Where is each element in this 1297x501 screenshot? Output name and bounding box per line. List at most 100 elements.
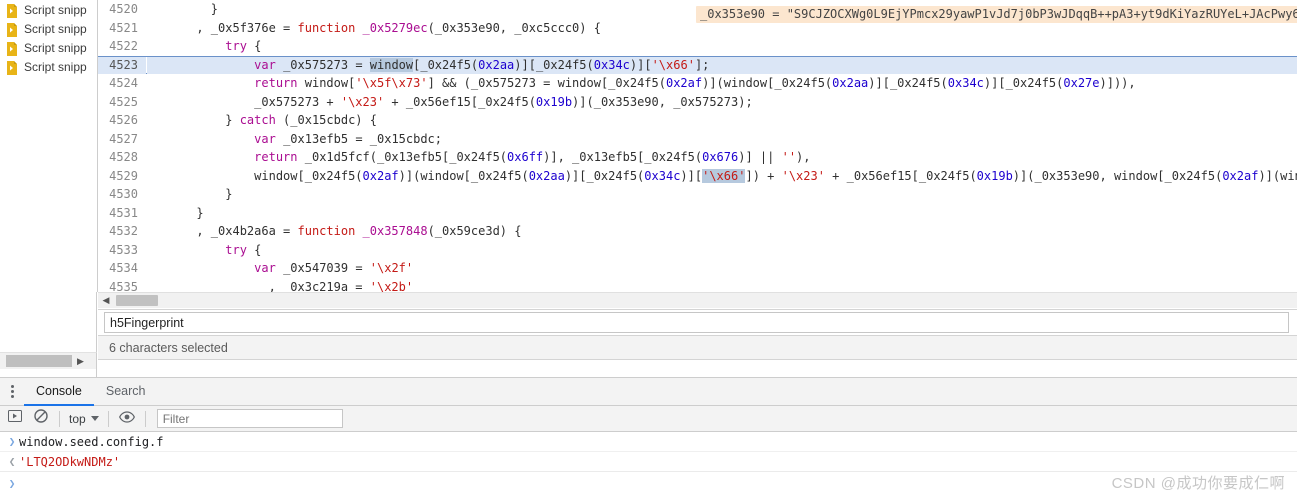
code-line[interactable]: 4529 window[_0x24f5(0x2af)](window[_0x24… — [98, 166, 1297, 186]
scrollbar-thumb[interactable] — [6, 355, 72, 367]
sources-panel: Script snipp Script snipp Script snipp S… — [0, 0, 1297, 292]
console-toolbar: top — [0, 406, 1297, 432]
line-content[interactable]: } catch (_0x15cbdc) { — [147, 111, 1297, 130]
console-result-arrow-icon: ❮ — [8, 455, 16, 468]
selection-status-text: 6 characters selected — [109, 340, 228, 355]
line-number: 4534 — [98, 259, 146, 278]
tab-label: Console — [36, 384, 82, 398]
code-line[interactable]: 4525 _0x575273 + '\x23' + _0x56ef15[_0x2… — [98, 92, 1297, 112]
execute-snippet-button[interactable] — [2, 407, 28, 431]
code-line[interactable]: 4531 } — [98, 203, 1297, 223]
text-selection[interactable]: window — [369, 57, 414, 72]
toolbar-divider — [107, 410, 109, 427]
line-content[interactable]: try { — [147, 241, 1297, 260]
code-lines[interactable]: 4520 } 4521 , _0x5f376e = function _0x52… — [98, 0, 1297, 292]
console-prompt[interactable]: ❯ — [0, 472, 1297, 494]
drawer-more-options-button[interactable] — [0, 378, 24, 405]
line-number: 4522 — [98, 37, 146, 56]
line-content[interactable]: try { — [147, 37, 1297, 56]
line-number: 4527 — [98, 129, 146, 148]
find-bar — [98, 309, 1297, 336]
line-content[interactable]: return window['\x5f\x73'] && (_0x575273 … — [147, 74, 1297, 93]
code-line[interactable]: 4530 } — [98, 185, 1297, 204]
devtools-window: Script snipp Script snipp Script snipp S… — [0, 0, 1297, 501]
console-input-arrow-icon: ❯ — [8, 435, 16, 448]
code-line[interactable]: 4533 try { — [98, 240, 1297, 260]
line-number: 4528 — [98, 148, 146, 167]
editor-footer-space — [98, 360, 1297, 377]
line-content[interactable]: , _0x4b2a6a = function _0x357848(_0x59ce… — [147, 222, 1297, 241]
line-content[interactable]: var _0x13efb5 = _0x15cbdc; — [147, 130, 1297, 149]
code-line-active[interactable]: 4523 var _0x575273 = window[_0x24f5(0x2a… — [98, 55, 1297, 74]
devtools-drawer: Console Search top Filter ❯ window.seed.… — [0, 377, 1297, 501]
console-prompt-arrow-icon: ❯ — [8, 476, 16, 490]
list-item-label: Script snipp — [24, 60, 87, 74]
script-file-icon — [6, 60, 18, 75]
list-item-label: Script snipp — [24, 3, 87, 17]
search-input[interactable] — [104, 312, 1289, 333]
code-line[interactable]: 4527 var _0x13efb5 = _0x15cbdc; — [98, 129, 1297, 149]
line-number: 4520 — [98, 0, 146, 19]
line-number: 4533 — [98, 240, 146, 259]
code-line[interactable]: 4535 , _0x3c219a = '\x2b' — [98, 277, 1297, 293]
code-line[interactable]: 4534 var _0x547039 = '\x2f' — [98, 259, 1297, 278]
list-item[interactable]: Script snipp — [0, 58, 97, 77]
console-input-text: window.seed.config.f — [19, 434, 164, 449]
list-item-label: Script snipp — [24, 22, 87, 36]
live-expression-eye-icon — [118, 410, 135, 428]
sidebar-horizontal-scrollbar[interactable]: ▶ — [0, 352, 97, 369]
code-line[interactable]: 4532 , _0x4b2a6a = function _0x357848(_0… — [98, 222, 1297, 241]
line-content[interactable]: , _0x3c219a = '\x2b' — [147, 278, 1297, 293]
line-content[interactable]: window[_0x24f5(0x2af)](window[_0x24f5(0x… — [147, 167, 1297, 186]
tab-search[interactable]: Search — [94, 378, 158, 406]
list-item[interactable]: Script snipp — [0, 39, 97, 58]
console-filter-input[interactable] — [156, 409, 343, 428]
line-content[interactable]: _0x575273 + '\x23' + _0x56ef15[_0x24f5(0… — [147, 93, 1297, 112]
editor-horizontal-scrollbar[interactable]: ◀ — [98, 292, 1297, 308]
scrollbar-thumb[interactable] — [116, 295, 158, 306]
line-content[interactable]: var _0x575273 = window[_0x24f5(0x2aa)][_… — [147, 56, 1297, 74]
line-content[interactable]: var _0x547039 = '\x2f' — [147, 259, 1297, 278]
execute-snippet-icon — [8, 409, 22, 428]
console-input-message[interactable]: ❯ window.seed.config.f — [0, 432, 1297, 452]
code-line[interactable]: 4526 } catch (_0x15cbdc) { — [98, 111, 1297, 130]
chevron-down-icon — [90, 416, 99, 421]
code-line[interactable]: 4524 return window['\x5f\x73'] && (_0x57… — [98, 74, 1297, 93]
code-line[interactable]: 4528 return _0x1d5fcf(_0x13efb5[_0x24f5(… — [98, 148, 1297, 167]
scroll-right-arrow-icon[interactable]: ▶ — [77, 356, 84, 367]
list-item[interactable]: Script snipp — [0, 20, 97, 39]
execution-context-selector[interactable]: top — [65, 412, 103, 426]
console-messages[interactable]: ❯ window.seed.config.f ❮ 'LTQ2ODkwNDMz' … — [0, 432, 1297, 501]
line-number: 4531 — [98, 203, 146, 222]
sidebar-empty-space — [0, 292, 97, 352]
line-number: 4526 — [98, 111, 146, 130]
line-number: 4529 — [98, 166, 146, 185]
clear-console-button[interactable] — [28, 407, 54, 431]
line-content[interactable]: } — [147, 185, 1297, 204]
line-number: 4535 — [98, 277, 146, 292]
kebab-menu-icon — [10, 385, 14, 398]
code-editor[interactable]: 4520 } 4521 , _0x5f376e = function _0x52… — [98, 0, 1297, 292]
tab-console[interactable]: Console — [24, 378, 94, 406]
line-number: 4530 — [98, 185, 146, 204]
toolbar-divider — [144, 410, 146, 427]
snippets-sidebar[interactable]: Script snipp Script snipp Script snipp S… — [0, 0, 98, 292]
line-number: 4523 — [98, 56, 146, 74]
list-item[interactable]: Script snipp — [0, 1, 97, 20]
inline-evaluation-tooltip: _0x353e90 = "S9CJZOCXWg0L9EjYPmcx29yawP1… — [696, 6, 1297, 23]
console-result-message[interactable]: ❮ 'LTQ2ODkwNDMz' — [0, 452, 1297, 472]
script-file-icon — [6, 3, 18, 18]
context-value: top — [69, 411, 86, 426]
line-number: 4524 — [98, 74, 146, 93]
line-number: 4521 — [98, 18, 146, 37]
script-file-icon — [6, 41, 18, 56]
sidebar-empty-space-lower — [0, 369, 97, 377]
live-expression-button[interactable] — [114, 407, 140, 431]
status-bar: 6 characters selected — [98, 336, 1297, 360]
watermark: CSDN @成功你要成仁啊 — [1111, 475, 1285, 492]
scroll-left-arrow-icon[interactable]: ◀ — [98, 293, 114, 309]
code-line[interactable]: 4522 try { — [98, 37, 1297, 56]
line-content[interactable]: } — [147, 204, 1297, 223]
clear-console-icon — [34, 409, 48, 428]
line-content[interactable]: return _0x1d5fcf(_0x13efb5[_0x24f5(0x6ff… — [147, 148, 1297, 167]
